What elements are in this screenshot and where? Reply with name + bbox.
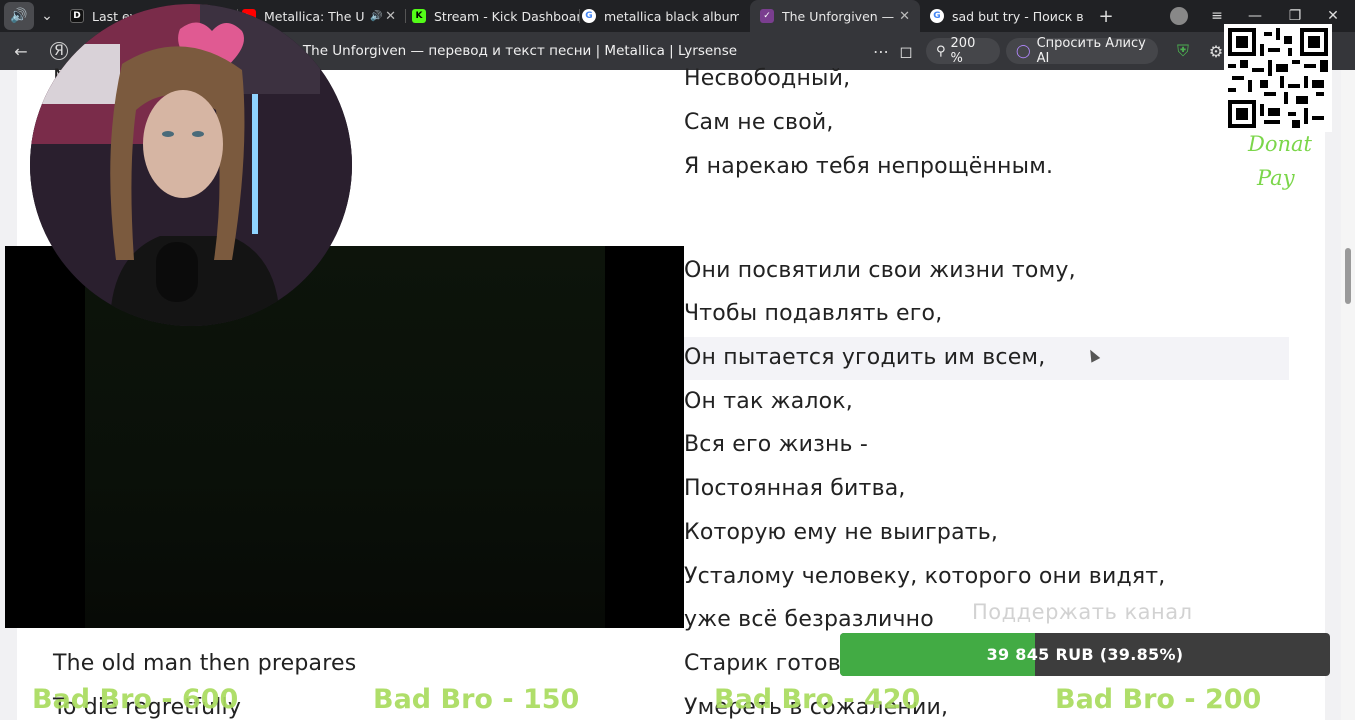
page-title[interactable]: The Unforgiven — перевод и текст песни |… — [300, 43, 740, 59]
donor-entry: Bad Bro - 420 — [714, 684, 921, 715]
video-overlay — [5, 246, 684, 628]
lyric-line-ru: Усталому человеку, которого они видят, — [684, 564, 1166, 589]
zoom-indicator[interactable]: ⚲ 200 % — [926, 36, 1000, 66]
lyric-line-ru: Старик готови — [684, 651, 856, 676]
lyric-line-ru: Постоянная битва, — [684, 476, 906, 501]
lyric-line-ru: Несвободный, — [684, 66, 851, 91]
lyric-line-en: The old man then prepares — [53, 651, 357, 676]
streamer-webcam-image — [30, 4, 352, 326]
shield-icon[interactable]: ⛨ — [1172, 40, 1194, 62]
alice-icon: ◯ — [1016, 43, 1031, 59]
close-tab-icon[interactable]: ✕ — [899, 9, 910, 24]
ask-alice-button[interactable]: ◯ Спросить Алису AI — [1006, 36, 1158, 66]
tab-label: Metallica: The Unfor — [264, 8, 364, 24]
lyric-line-ru: Я нарекаю тебя непрощённым. — [684, 154, 1054, 179]
ask-alice-label: Спросить Алису AI — [1036, 36, 1146, 66]
donatpay-logo: Donat — [1248, 132, 1312, 156]
donatpay-logo-line2: Pay — [1257, 166, 1295, 190]
back-arrow-icon[interactable]: ← — [10, 40, 32, 62]
support-channel-label: Поддержать канал — [972, 600, 1193, 624]
lyric-line-ru: Он пытается угодить им всем, — [684, 345, 1046, 370]
lyric-line-ru: Которую ему не выиграть, — [684, 520, 999, 545]
avatar-icon — [1170, 7, 1188, 25]
yandex-logo-icon[interactable]: Я — [50, 42, 68, 60]
lyric-line-ru: Чтобы подавлять его, — [684, 301, 943, 326]
qr-code-icon — [1228, 28, 1328, 128]
tab-label: sad but try - Поиск в Goo — [952, 8, 1087, 24]
donation-goal-text: 39 845 RUB (39.85%) — [986, 645, 1184, 664]
audio-playing-icon[interactable]: 🔊 — [370, 11, 382, 22]
kick-favicon-icon: K — [412, 9, 426, 23]
tab-label: The Unforgiven — пер — [782, 8, 897, 24]
google-favicon-icon: G — [582, 9, 596, 23]
tab-label: Stream - Kick Dashboard — [434, 8, 580, 24]
new-tab-plus-icon[interactable]: + — [1092, 0, 1120, 32]
bookmark-icon[interactable]: ◻ — [895, 40, 917, 62]
speaker-icon[interactable]: 🔊 — [4, 2, 34, 30]
lyric-line-ru: уже всё безразлично — [684, 607, 934, 632]
donation-qr-code[interactable] — [1224, 24, 1332, 132]
tab-google-search-2[interactable]: G sad but try - Поиск в Goo — [924, 0, 1092, 32]
lyric-line-ru: Они посвятили свои жизни тому, — [684, 258, 1076, 283]
profile-avatar[interactable] — [1166, 0, 1192, 32]
donation-goal-bar: 39 845 RUB (39.85%) — [840, 633, 1330, 676]
donor-entry: Bad Bro - 200 — [1055, 684, 1262, 715]
scrollbar-thumb[interactable] — [1345, 248, 1351, 304]
lyric-line-ru: Он так жалок, — [684, 389, 853, 414]
close-tab-icon[interactable]: ✕ — [385, 9, 396, 24]
zoom-level: 200 % — [950, 36, 976, 66]
page-scrollbar[interactable] — [1341, 70, 1355, 720]
zoom-icon: ⚲ — [936, 43, 946, 59]
tab-kick[interactable]: K Stream - Kick Dashboard — [412, 0, 580, 32]
donor-entry: Bad Bro - 600 — [32, 684, 239, 715]
lyric-line-ru: Сам не свой, — [684, 110, 834, 135]
lyric-line-ru: Вся его жизнь - — [684, 432, 869, 457]
tab-separator — [579, 9, 580, 23]
tab-lyrsense[interactable]: ✓ The Unforgiven — пер ✕ — [750, 0, 920, 32]
tab-label: metallica black album - По — [604, 8, 739, 24]
lyrsense-favicon-icon: ✓ — [760, 9, 774, 23]
webcam-overlay — [30, 4, 352, 326]
tab-separator — [405, 9, 406, 23]
chevron-down-icon[interactable]: ⌄ — [34, 0, 60, 32]
tab-google-search-1[interactable]: G metallica black album - По — [582, 0, 748, 32]
donatpay-favicon-icon: D — [70, 9, 84, 23]
more-options-icon[interactable]: ⋯ — [870, 40, 892, 62]
donor-entry: Bad Bro - 150 — [373, 684, 580, 715]
google-favicon-icon: G — [930, 9, 944, 23]
